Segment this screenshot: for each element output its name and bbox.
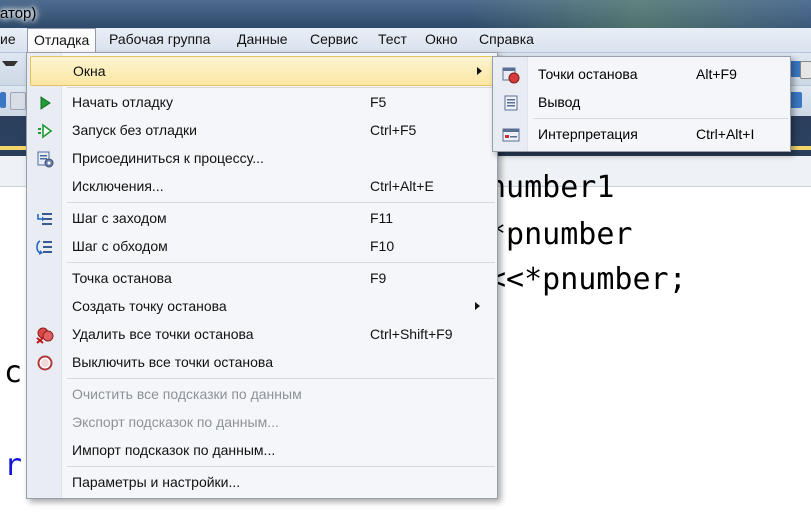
delete-breakpoints-icon — [36, 327, 54, 344]
window-title: атор) — [0, 5, 37, 22]
menu-item-team[interactable]: Рабочая группа — [103, 28, 216, 51]
menu-separator — [67, 202, 495, 203]
menu-step-over[interactable]: Шаг с обходом F10 — [27, 232, 497, 260]
menu-item-shortcut: Ctrl+F5 — [370, 122, 417, 138]
play-outline-icon — [38, 123, 53, 139]
menu-item-debug[interactable]: Отладка — [27, 28, 97, 53]
menu-item-shortcut: F5 — [370, 94, 387, 110]
menu-item-label: Импорт подсказок по данным... — [72, 442, 276, 458]
menu-attach-to-process[interactable]: Присоединиться к процессу... — [27, 144, 497, 172]
title-bar: атор) — [0, 0, 811, 28]
code-line: number1 — [488, 170, 615, 205]
toolbar-document-icon[interactable] — [800, 61, 811, 79]
menu-separator — [67, 262, 495, 263]
menu-disable-all-breakpoints[interactable]: Выключить все точки останова — [27, 348, 497, 376]
menu-item-label: Начать отладку — [72, 94, 173, 110]
toolbar-dropdown-icon[interactable] — [2, 61, 18, 66]
toolbar-step-icon[interactable] — [0, 92, 6, 108]
submenu-item-label: Вывод — [538, 94, 581, 110]
menu-export-datatips: Экспорт подсказок по данным... — [27, 408, 497, 436]
menu-item-shortcut: F11 — [370, 210, 394, 226]
menu-item-test[interactable]: Тест — [372, 28, 413, 51]
menu-separator — [67, 378, 495, 379]
menu-exceptions[interactable]: Исключения... Ctrl+Alt+E — [27, 172, 497, 200]
menu-item-label: Запуск без отладки — [72, 122, 197, 138]
menu-item-label: Экспорт подсказок по данным... — [72, 414, 279, 430]
menu-clear-datatips: Очистить все подсказки по данным — [27, 380, 497, 408]
menu-item-window[interactable]: Окно — [419, 28, 464, 51]
menu-item-label: Выключить все точки останова — [72, 354, 273, 370]
menu-item-shortcut: F10 — [370, 238, 395, 254]
submenu-arrow-icon — [477, 67, 482, 75]
debug-menu: Окна Начать отладку F5 Запуск без отладк… — [26, 52, 498, 499]
menu-item-label: Очистить все подсказки по данным — [72, 386, 302, 402]
menu-item-shortcut: Ctrl+Shift+F9 — [370, 326, 453, 342]
menu-import-datatips[interactable]: Импорт подсказок по данным... — [27, 436, 497, 464]
menu-item-data[interactable]: Данные — [231, 28, 294, 51]
submenu-output[interactable]: Вывод — [493, 88, 790, 116]
submenu-breakpoints[interactable]: Точки останова Alt+F9 — [493, 60, 790, 88]
menu-start-debugging[interactable]: Начать отладку F5 — [27, 88, 497, 116]
title-bar-glare — [470, 0, 811, 28]
menu-item-label: Параметры и настройки... — [72, 474, 241, 490]
submenu-item-label: Интерпретация — [538, 126, 638, 142]
breakpoints-window-icon — [502, 67, 520, 84]
menu-item-label: Присоединиться к процессу... — [72, 150, 264, 166]
menu-item-label: Окна — [73, 63, 106, 79]
menu-item-shortcut: F9 — [370, 270, 387, 286]
immediate-window-icon — [502, 128, 520, 142]
menu-item-tools[interactable]: Сервис — [304, 28, 364, 51]
menu-item-label: Исключения... — [72, 178, 164, 194]
menu-item-view[interactable]: иe — [0, 28, 22, 51]
menu-toggle-breakpoint[interactable]: Точка останова F9 — [27, 264, 497, 292]
play-icon — [40, 96, 51, 110]
output-window-icon — [504, 95, 518, 111]
step-into-icon — [37, 213, 52, 225]
submenu-arrow-icon — [475, 302, 480, 310]
menu-item-label: Шаг с заходом — [72, 210, 167, 226]
menu-item-label: Создать точку останова — [72, 298, 227, 314]
submenu-item-label: Точки останова — [538, 66, 638, 82]
toolbar-misc-icon[interactable] — [10, 92, 26, 110]
submenu-item-shortcut: Alt+F9 — [696, 66, 737, 82]
code-line: c — [4, 355, 23, 390]
submenu-item-shortcut: Ctrl+Alt+I — [696, 126, 755, 142]
menu-windows[interactable]: Окна — [30, 56, 494, 86]
menu-bar: иe Отладка Рабочая группа Данные Сервис … — [0, 28, 811, 53]
menu-step-into[interactable]: Шаг с заходом F11 — [27, 204, 497, 232]
step-over-icon — [36, 240, 52, 255]
code-line: *pnumber — [488, 217, 633, 252]
menu-separator — [67, 466, 495, 467]
windows-submenu: Точки останова Alt+F9 Вывод Интерпретаци… — [492, 56, 791, 152]
menu-start-without-debugging[interactable]: Запуск без отладки Ctrl+F5 — [27, 116, 497, 144]
menu-item-shortcut: Ctrl+Alt+E — [370, 178, 434, 194]
menu-item-help[interactable]: Справка — [473, 28, 540, 51]
attach-process-icon — [37, 151, 54, 168]
submenu-immediate[interactable]: Интерпретация Ctrl+Alt+I — [493, 120, 790, 148]
menu-item-label: Удалить все точки останова — [72, 326, 254, 342]
code-line: r — [4, 448, 23, 483]
disable-breakpoints-icon — [37, 355, 53, 371]
menu-new-breakpoint[interactable]: Создать точку останова — [27, 292, 497, 320]
submenu-separator — [533, 118, 788, 119]
menu-item-label: Точка останова — [72, 270, 172, 286]
menu-delete-all-breakpoints[interactable]: Удалить все точки останова Ctrl+Shift+F9 — [27, 320, 497, 348]
menu-item-label: Шаг с обходом — [72, 238, 168, 254]
menu-options-settings[interactable]: Параметры и настройки... — [27, 468, 497, 496]
code-line: <<*pnumber; — [488, 262, 687, 297]
